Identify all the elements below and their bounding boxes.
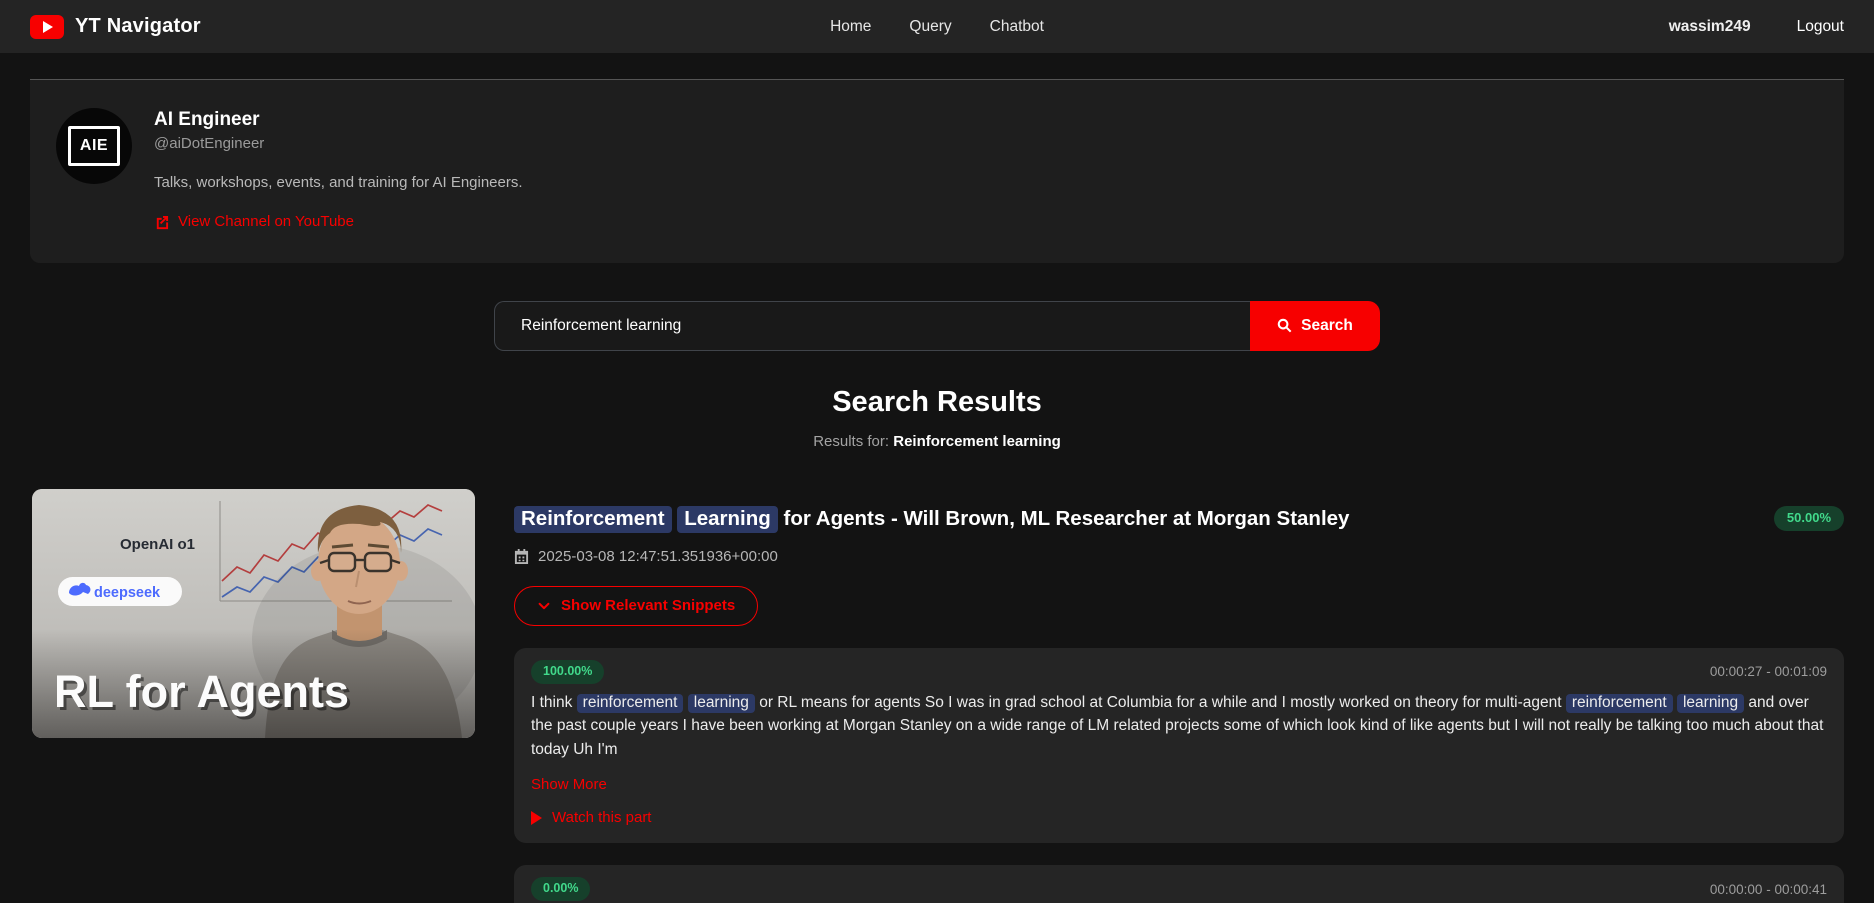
result-score-badge: 50.00%: [1773, 505, 1844, 531]
snippet-text: I think reinforcement learning or RL mea…: [531, 693, 1824, 758]
snippet-score-badge: 100.00%: [531, 659, 605, 684]
watch-this-part-label: Watch this part: [552, 809, 652, 826]
view-channel-label: View Channel on YouTube: [178, 213, 354, 230]
title-row: Reinforcement Learning for Agents - Will…: [514, 505, 1844, 533]
results-heading: Search Results: [832, 385, 1042, 418]
results-query: Reinforcement learning: [893, 432, 1061, 450]
view-channel-link[interactable]: View Channel on YouTube: [154, 212, 354, 232]
show-more-link[interactable]: Show More: [531, 775, 607, 794]
snippet-header: 100.00% 00:00:27 - 00:01:09: [531, 659, 1827, 684]
channel-handle: @aiDotEngineer: [154, 135, 265, 152]
video-thumbnail[interactable]: OpenAI o1 deepseek RL for Agents RL for …: [32, 488, 475, 738]
calendar-icon: [514, 549, 529, 564]
youtube-logo-icon: [30, 14, 64, 39]
svg-text:deepseek: deepseek: [94, 585, 161, 601]
published-date: 2025-03-08 12:47:51.351936+00:00: [538, 547, 778, 565]
search-button-label: Search: [1301, 316, 1353, 334]
watch-this-part-link[interactable]: Watch this part: [531, 808, 651, 828]
logout-link[interactable]: Logout: [1797, 18, 1844, 36]
show-snippets-label: Show Relevant Snippets: [561, 596, 736, 614]
results-for-label: Results for:: [813, 432, 890, 450]
navbar: YT Navigator Home Query Chatbot wassim24…: [0, 0, 1874, 53]
username[interactable]: wassim249: [1669, 18, 1751, 36]
channel-description: Talks, workshops, events, and training f…: [154, 174, 523, 191]
external-link-icon: [156, 215, 169, 229]
thumbnail-caption: RL for Agents RL for Agents: [54, 666, 352, 720]
search-input[interactable]: [494, 300, 1250, 351]
search-button[interactable]: Search: [1250, 300, 1380, 351]
search-group: Search: [494, 300, 1380, 351]
published-date-row: 2025-03-08 12:47:51.351936+00:00: [514, 548, 1844, 566]
svg-text:RL for Agents: RL for Agents: [54, 666, 349, 717]
show-snippets-button[interactable]: Show Relevant Snippets: [514, 585, 759, 626]
result-content: Reinforcement Learning for Agents - Will…: [514, 489, 1844, 903]
nav-link-chatbot[interactable]: Chatbot: [990, 18, 1044, 36]
search-icon: [1277, 318, 1292, 333]
chevron-down-icon: [538, 602, 550, 609]
channel-name: AI Engineer: [154, 109, 260, 130]
avatar-monogram: AIE: [67, 126, 121, 166]
nav-link-home[interactable]: Home: [830, 18, 871, 36]
brand[interactable]: YT Navigator: [30, 14, 201, 39]
deepseek-logo: deepseek: [58, 576, 182, 606]
snippet-card: 0.00% 00:00:00 - 00:00:41: [514, 865, 1844, 903]
snippet-score-badge: 0.00%: [531, 877, 591, 901]
video-title[interactable]: Reinforcement Learning for Agents - Will…: [514, 505, 1349, 533]
snippet-card: 100.00% 00:00:27 - 00:01:09 I think rein…: [514, 647, 1844, 843]
channel-card: AIE AI Engineer @aiDotEngineer Talks, wo…: [30, 79, 1844, 263]
nav-links: Home Query Chatbot: [830, 18, 1044, 36]
openai-label: OpenAI o1: [120, 536, 195, 553]
brand-title: YT Navigator: [75, 15, 201, 37]
search-section: Search: [0, 300, 1874, 351]
channel-info: AI Engineer @aiDotEngineer Talks, worksh…: [154, 108, 523, 235]
nav-right: wassim249 Logout: [1669, 18, 1844, 36]
results-for-line: Results for: Reinforcement learning: [0, 432, 1874, 451]
nav-link-query[interactable]: Query: [909, 18, 951, 36]
result-row: OpenAI o1 deepseek RL for Agents RL for …: [32, 488, 1844, 903]
channel-avatar: AIE: [56, 108, 132, 184]
snippet-header: 0.00% 00:00:00 - 00:00:41: [531, 877, 1827, 901]
play-icon: [531, 811, 542, 825]
snippet-time-range: 00:00:27 - 00:01:09: [1709, 664, 1827, 679]
snippet-time-range: 00:00:00 - 00:00:41: [1709, 881, 1827, 897]
